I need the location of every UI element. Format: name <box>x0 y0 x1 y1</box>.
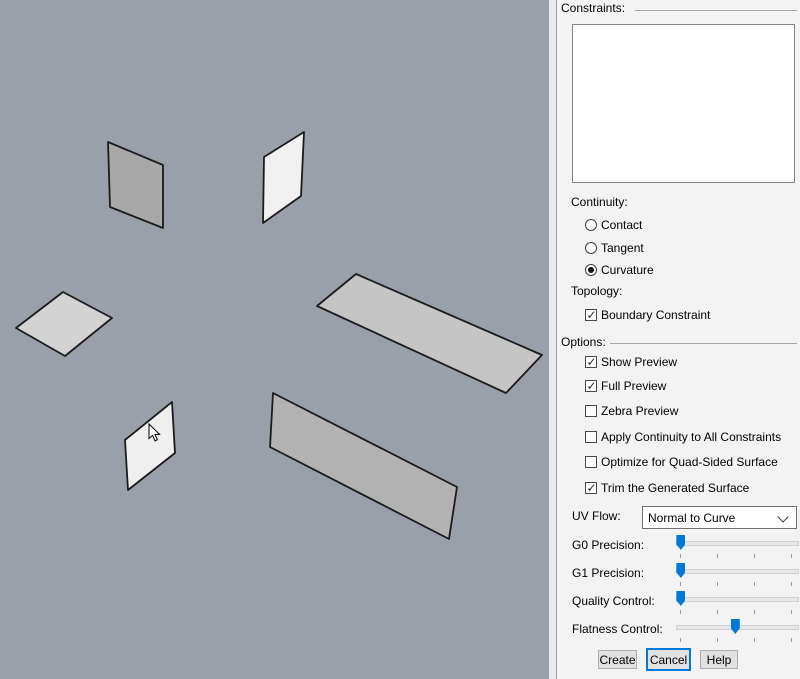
checkbox-icon[interactable] <box>585 482 597 494</box>
uv-flow-value: Normal to Curve <box>648 511 735 525</box>
plane-bottom-long[interactable] <box>270 393 457 539</box>
uv-flow-dropdown[interactable]: Normal to Curve <box>642 506 797 529</box>
checkbox-boundary-constraint-label: Boundary Constraint <box>601 308 710 322</box>
checkbox-apply-continuity-label: Apply Continuity to All Constraints <box>601 430 781 444</box>
settings-panel: Constraints: Continuity: Contact Tangent… <box>557 0 800 679</box>
plane-top-middle[interactable] <box>263 132 304 223</box>
viewport[interactable] <box>0 0 549 679</box>
options-group-line <box>610 343 797 344</box>
g1-precision-label: G1 Precision: <box>572 566 644 580</box>
slider-tick <box>754 582 755 586</box>
radio-tangent[interactable]: Tangent <box>585 240 644 256</box>
options-group-label: Options: <box>561 335 606 349</box>
radio-curvature[interactable]: Curvature <box>585 262 654 278</box>
slider-tick <box>754 554 755 558</box>
slider-track[interactable] <box>676 569 799 574</box>
checkbox-full-preview-label: Full Preview <box>601 379 666 393</box>
slider-tick <box>754 610 755 614</box>
constraints-listbox[interactable] <box>572 24 795 183</box>
slider-tick <box>717 610 718 614</box>
checkbox-optimize-quad-label: Optimize for Quad-Sided Surface <box>601 455 778 469</box>
checkbox-icon[interactable] <box>585 405 597 417</box>
slider-tick <box>754 638 755 642</box>
g1-precision-slider[interactable] <box>676 569 797 589</box>
constraints-group-line <box>635 10 797 11</box>
checkbox-show-preview-label: Show Preview <box>601 355 677 369</box>
radio-icon[interactable] <box>585 219 597 231</box>
checkbox-trim-surface[interactable]: Trim the Generated Surface <box>585 480 749 496</box>
slider-tick <box>717 638 718 642</box>
checkbox-icon[interactable] <box>585 309 597 321</box>
checkbox-boundary-constraint[interactable]: Boundary Constraint <box>585 307 710 323</box>
help-button[interactable]: Help <box>700 650 738 669</box>
checkbox-full-preview[interactable]: Full Preview <box>585 378 666 394</box>
plane-bottom-small[interactable] <box>125 402 175 490</box>
checkbox-show-preview[interactable]: Show Preview <box>585 354 677 370</box>
slider-track[interactable] <box>676 541 799 546</box>
plane-middle-right[interactable] <box>317 274 542 393</box>
slider-thumb[interactable] <box>676 591 685 606</box>
slider-thumb[interactable] <box>676 563 685 578</box>
viewport-canvas <box>0 0 549 679</box>
slider-tick <box>791 554 792 558</box>
flatness-control-slider[interactable] <box>676 625 797 645</box>
slider-thumb[interactable] <box>731 619 740 634</box>
checkbox-zebra-preview-label: Zebra Preview <box>601 404 678 418</box>
checkbox-icon[interactable] <box>585 356 597 368</box>
radio-contact[interactable]: Contact <box>585 217 642 233</box>
slider-tick <box>717 554 718 558</box>
radio-tangent-label: Tangent <box>601 241 644 255</box>
radio-contact-label: Contact <box>601 218 642 232</box>
flatness-control-label: Flatness Control: <box>572 622 663 636</box>
continuity-label: Continuity: <box>571 195 628 209</box>
cancel-button[interactable]: Cancel <box>646 648 691 671</box>
slider-tick <box>791 638 792 642</box>
plane-middle-left[interactable] <box>16 292 112 356</box>
slider-thumb[interactable] <box>676 535 685 550</box>
constraints-group-label: Constraints: <box>561 1 625 15</box>
quality-control-slider[interactable] <box>676 597 797 617</box>
checkbox-icon[interactable] <box>585 456 597 468</box>
slider-tick <box>680 638 681 642</box>
chevron-down-icon <box>777 511 788 522</box>
surface-tool-window: Constraints: Continuity: Contact Tangent… <box>0 0 800 679</box>
topology-label: Topology: <box>571 284 622 298</box>
checkbox-icon[interactable] <box>585 431 597 443</box>
checkbox-zebra-preview[interactable]: Zebra Preview <box>585 403 678 419</box>
slider-tick <box>680 554 681 558</box>
slider-tick <box>717 582 718 586</box>
checkbox-apply-continuity[interactable]: Apply Continuity to All Constraints <box>585 429 781 445</box>
g0-precision-slider[interactable] <box>676 541 797 561</box>
radio-curvature-label: Curvature <box>601 263 654 277</box>
radio-icon[interactable] <box>585 264 597 276</box>
slider-track[interactable] <box>676 597 799 602</box>
quality-control-label: Quality Control: <box>572 594 655 608</box>
uv-flow-label: UV Flow: <box>572 509 621 523</box>
panel-splitter[interactable] <box>549 0 557 679</box>
slider-tick <box>680 610 681 614</box>
checkbox-icon[interactable] <box>585 380 597 392</box>
create-button[interactable]: Create <box>598 650 637 669</box>
slider-tick <box>680 582 681 586</box>
g0-precision-label: G0 Precision: <box>572 538 644 552</box>
slider-tick <box>791 582 792 586</box>
radio-icon[interactable] <box>585 242 597 254</box>
slider-tick <box>791 610 792 614</box>
checkbox-optimize-quad[interactable]: Optimize for Quad-Sided Surface <box>585 454 778 470</box>
checkbox-trim-surface-label: Trim the Generated Surface <box>601 481 749 495</box>
plane-top-left[interactable] <box>108 142 163 228</box>
